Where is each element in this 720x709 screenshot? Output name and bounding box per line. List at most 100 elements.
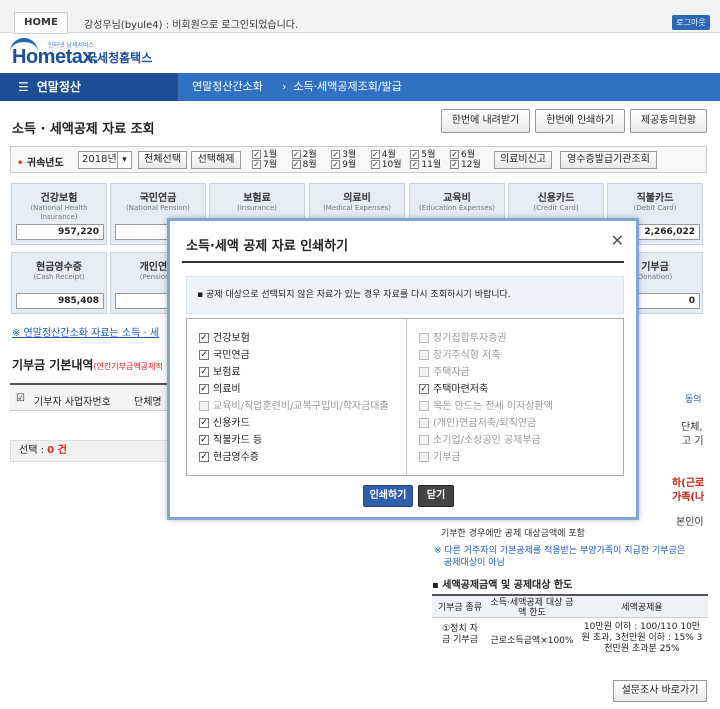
survey-button[interactable]: 설문조사 바로가기 <box>613 680 707 702</box>
checkbox-icon: ✓ <box>370 150 380 159</box>
checkbox-icon: ✓ <box>331 150 341 159</box>
rp-line-1: 기부한 경우에만 공제 대상금액에 포함 <box>441 529 585 539</box>
option-label: 주택마련저축 <box>433 384 489 395</box>
checkbox-icon: ✓ <box>450 160 459 169</box>
checkbox-icon <box>419 350 429 360</box>
month-checkbox-2[interactable]: ✓ 2월 ✓ 8월 <box>291 150 317 170</box>
checkbox-icon: ✓ <box>252 150 261 159</box>
nav-crumb-simplified[interactable]: 연말정산간소화 <box>192 73 263 101</box>
medical-report-button[interactable]: 의료비신고 <box>494 151 552 169</box>
card-english: (Insurance) <box>237 204 277 212</box>
top-bar: HOME 강성우님(byule4) : 비회원으로 로그인되었습니다. 로그아웃 <box>0 0 720 34</box>
month-checkbox-4[interactable]: ✓ 4월 ✓ 10월 <box>370 150 402 170</box>
month-checkbox-3[interactable]: ✓ 3월 ✓ 9월 <box>331 150 356 170</box>
year-label: • 귀속년도 <box>17 158 64 169</box>
print-option[interactable]: ✓ 의료비 <box>199 384 241 397</box>
card-name: 국민연금 <box>139 193 177 204</box>
month-checkbox-1[interactable]: ✓ 1월 ✓ 7월 <box>252 150 277 170</box>
filter-bar: • 귀속년도 2018년 ▾ 전체선택 선택해제 ✓ 1월 ✓ 7월 ✓ 2월 ✓ 8월 ✓ 3월 ✓… <box>10 146 707 173</box>
dialog-title: 소득·세액 공제 자료 인쇄하기 <box>186 239 349 254</box>
checkbox-icon <box>419 418 429 428</box>
selected-count: 0 건 <box>47 445 67 456</box>
option-label: 장기집합투자증권 <box>433 333 507 344</box>
card-english: (Medical Expenses) <box>323 204 391 212</box>
print-option: (개인)연금저축/퇴직연금 <box>419 418 536 431</box>
checkbox-icon <box>419 435 429 445</box>
rp-row-type: ①정치 자금 기부금 <box>442 624 478 645</box>
checkbox-icon: ✓ <box>370 160 380 169</box>
option-label: 소기업/소상공인 공제부금 <box>433 435 541 446</box>
print-option: 목돈 안드는 전세 이자상환액 <box>419 401 553 414</box>
print-button[interactable]: 인쇄하기 <box>363 485 413 507</box>
option-label: 의료비 <box>213 384 241 395</box>
print-option[interactable]: ✓ 건강보험 <box>199 333 250 346</box>
checkbox-icon <box>419 452 429 462</box>
print-option[interactable]: ✓ 보험료 <box>199 367 241 380</box>
checkbox-icon: ✓ <box>199 333 209 343</box>
nav-crumb-current[interactable]: › 소득·세액공제조회/발급 <box>282 73 402 101</box>
checkbox-icon: ✓ <box>410 150 420 159</box>
nav-menu-button[interactable]: ☰ 연말정산 <box>0 73 178 101</box>
options-column-divider <box>406 319 407 475</box>
checkbox-icon <box>419 401 429 411</box>
print-option[interactable]: ✓ 주택마련저축 <box>419 384 488 397</box>
month-checkbox-5[interactable]: ✓ 5월 ✓ 11월 <box>410 150 441 170</box>
receipt-issuer-button[interactable]: 영수증발급기관조회 <box>560 151 657 169</box>
home-button[interactable]: HOME <box>14 12 68 34</box>
checkbox-icon <box>199 401 209 411</box>
logout-button[interactable]: 로그아웃 <box>672 15 710 30</box>
rp-row-limit: 근로소득금액×100% <box>490 636 574 646</box>
hometax-logo[interactable]: 인터넷 납세서비스 Hometax. 국세청홈택스 <box>10 36 210 68</box>
card-amount: 957,220 <box>16 224 104 240</box>
summary-card[interactable]: 건강보험 (National Health Insurance) 957,220 <box>11 183 107 245</box>
summary-card[interactable]: 현금영수증 (Cash Receipt) 985,408 <box>11 252 107 314</box>
deselect-button[interactable]: 선택해제 <box>191 151 241 169</box>
option-label: 주택자금 <box>433 367 470 378</box>
main-nav: ☰ 연말정산 연말정산간소화 › 소득·세액공제조회/발급 <box>0 73 720 101</box>
print-option[interactable]: ✓ 국민연금 <box>199 350 250 363</box>
print-option[interactable]: ✓ 직불카드 등 <box>199 435 262 448</box>
rp-snippet-1: 동의 <box>685 395 702 405</box>
card-english: (National Health Insurance) <box>30 204 88 221</box>
year-select[interactable]: 2018년 ▾ <box>78 151 132 169</box>
checkbox-icon: ✓ <box>199 418 209 428</box>
checkbox-icon: ✓ <box>331 160 341 169</box>
rp-blue-note-2: 공제대상이 아님 <box>444 558 505 568</box>
rp-snippet-4: 하(근로 <box>672 478 705 489</box>
card-name: 건강보험 <box>40 193 78 204</box>
print-all-button[interactable]: 한번에 인쇄하기 <box>535 109 625 133</box>
nav-main-label: 연말정산 <box>36 80 81 94</box>
month-checkbox-6[interactable]: ✓ 6월 ✓ 12월 <box>450 150 481 170</box>
option-label: 신용카드 <box>213 418 250 429</box>
print-option[interactable]: ✓ 신용카드 <box>199 418 250 431</box>
card-name: 직불카드 <box>636 193 674 204</box>
print-option: 장기주식형 저축 <box>419 350 501 363</box>
col-group-name: 단체명 <box>134 397 162 408</box>
option-label: 건강보험 <box>213 333 250 344</box>
print-option[interactable]: ✓ 현금영수증 <box>199 452 259 465</box>
card-name: 현금영수증 <box>36 262 82 273</box>
card-name: 의료비 <box>343 193 371 204</box>
checkbox-icon: ✓ <box>410 160 420 169</box>
checkbox-icon: ✓ <box>199 367 209 377</box>
checkbox-icon: ✓ <box>291 150 301 159</box>
consent-status-button[interactable]: 제공동의현황 <box>630 109 707 133</box>
simplified-notice-link[interactable]: ※ 연말정산간소화 자료는 소득 · 세 <box>12 324 159 339</box>
checkbox-icon: ✓ <box>199 435 209 445</box>
rp-snippet-5: 가족(나 <box>672 492 705 503</box>
header-checkbox[interactable]: ☑ <box>16 393 25 404</box>
print-option: 주택자금 <box>419 367 470 380</box>
card-name: 신용카드 <box>537 193 575 204</box>
close-icon[interactable]: ✕ <box>611 233 624 249</box>
option-label: 기부금 <box>433 452 461 463</box>
dialog-close-button[interactable]: 닫기 <box>418 485 454 507</box>
hamburger-icon: ☰ <box>18 80 29 94</box>
option-label: 국민연금 <box>213 350 250 361</box>
option-label: 현금영수증 <box>213 452 259 463</box>
option-label: 장기주식형 저축 <box>433 350 501 361</box>
select-all-button[interactable]: 전체선택 <box>138 151 187 169</box>
download-all-button[interactable]: 한번에 내려받기 <box>441 109 530 133</box>
chevron-down-icon: ▾ <box>117 152 131 168</box>
login-message: 강성우님(byule4) : 비회원으로 로그인되었습니다. <box>84 20 299 31</box>
rp-snippet-3: 고 기 <box>682 436 704 447</box>
